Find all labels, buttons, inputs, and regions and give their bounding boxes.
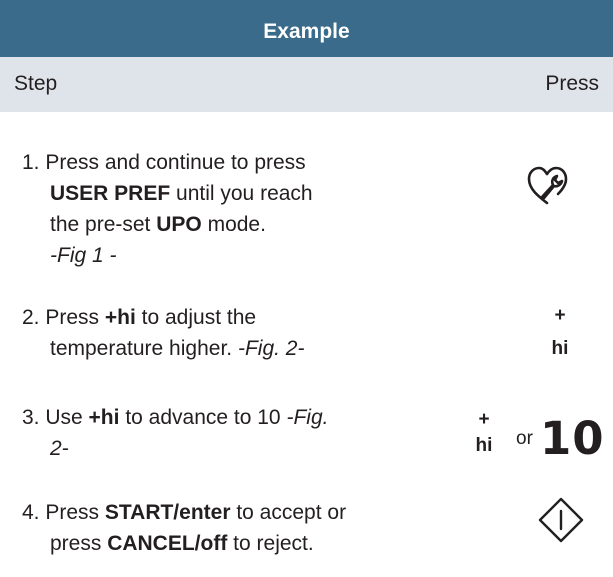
plus-symbol: + — [554, 305, 566, 326]
key-name: +hi — [104, 306, 136, 329]
step-text: Use — [45, 406, 89, 429]
figure-ref: 2- — [50, 437, 69, 460]
step-line: 4. Press START/enter to accept or — [22, 497, 462, 528]
key-name: +hi — [88, 406, 120, 429]
key-name: START/enter — [104, 501, 231, 524]
step-text: Press — [45, 306, 105, 329]
wrench-heart-icon — [527, 166, 568, 205]
step-text: the pre-set — [50, 213, 157, 236]
key-name: UPO — [156, 213, 202, 236]
step-line: temperature higher. -Fig. 2- — [22, 333, 462, 364]
value-display: 10 — [540, 412, 605, 465]
step-text: Press — [45, 501, 105, 524]
hi-label: hi — [551, 338, 569, 359]
press-column-label: Press — [545, 72, 599, 95]
step-text: to reject. — [227, 532, 314, 555]
step-line: USER PREF until you reach — [22, 178, 462, 209]
step-text: until you reach — [170, 182, 313, 205]
step-line: the pre-set UPO mode. — [22, 209, 462, 240]
step-text: to advance to 10 — [119, 406, 287, 429]
step-1: 1. Press and continue to press USER PREF … — [22, 147, 462, 271]
step-line: 2. Press +hi to adjust the — [22, 302, 462, 333]
header-title: Example — [263, 20, 350, 43]
hi-label: hi — [475, 435, 493, 456]
step-text: temperature higher. — [50, 337, 238, 360]
step-column-label: Step — [14, 72, 58, 95]
start-diamond-icon — [538, 497, 584, 543]
key-name: USER PREF — [50, 182, 171, 205]
step-3: 3. Use +hi to advance to 10 -Fig. 2- — [22, 402, 462, 464]
or-text: or — [516, 428, 533, 449]
step-number: 1. — [22, 151, 40, 174]
instruction-page: Example Step Press 1. Press and continue… — [0, 0, 613, 577]
key-name: CANCEL/off — [107, 532, 228, 555]
step-2: 2. Press +hi to adjust the temperature hi… — [22, 302, 462, 364]
figure-ref: -Fig. 2- — [237, 337, 305, 360]
step-text: press — [50, 532, 108, 555]
step-number: 4. — [22, 501, 40, 524]
column-header-row: Step Press — [0, 57, 613, 112]
step-text: to accept or — [230, 501, 347, 524]
example-header: Example — [0, 0, 613, 57]
step-line: press CANCEL/off to reject. — [22, 528, 462, 559]
step-text: to adjust the — [135, 306, 257, 329]
plus-hi-key: + hi — [469, 409, 499, 457]
step-text: Press and continue to press — [45, 151, 306, 174]
step-number: 3. — [22, 406, 40, 429]
figure-ref: -Fig 1 - — [50, 244, 117, 267]
step-line: -Fig 1 - — [22, 240, 462, 271]
plus-symbol: + — [478, 409, 490, 430]
plus-hi-key: + hi — [545, 305, 575, 360]
step-line: 3. Use +hi to advance to 10 -Fig. — [22, 402, 462, 433]
step-number: 2. — [22, 306, 40, 329]
step-line: 1. Press and continue to press — [22, 147, 462, 178]
step-4: 4. Press START/enter to accept or press C… — [22, 497, 462, 559]
figure-ref: -Fig. — [286, 406, 329, 429]
step-line: 2- — [22, 433, 462, 464]
step-text: mode. — [201, 213, 266, 236]
